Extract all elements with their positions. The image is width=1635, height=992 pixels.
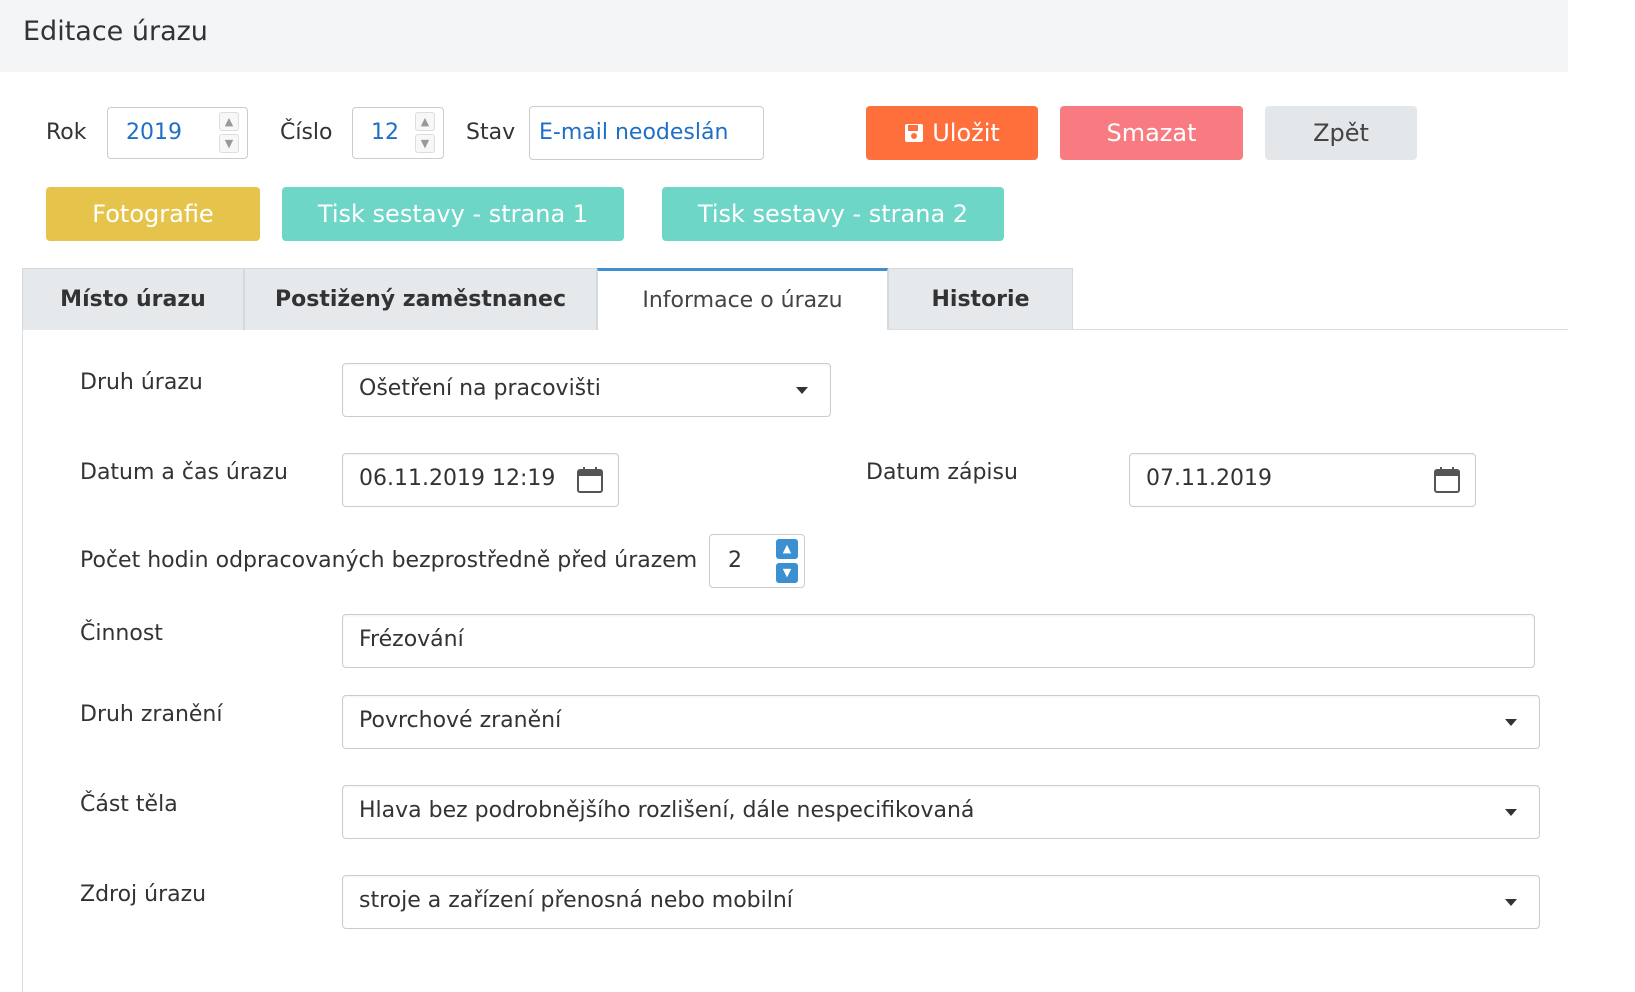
rok-label: Rok [46, 120, 87, 145]
cislo-down-icon[interactable]: ▼ [415, 134, 435, 153]
chevron-down-icon [1505, 899, 1517, 906]
datum-zapisu-value: 07.11.2019 [1146, 466, 1272, 491]
panel-border [22, 329, 23, 992]
stav-label: Stav [466, 120, 516, 145]
photos-button[interactable]: Fotografie [46, 187, 260, 241]
tab-postizeny-zamestnanec[interactable]: Postižený zaměstnanec [244, 268, 597, 330]
rok-input[interactable]: 2019 ▲ ▼ [107, 107, 248, 159]
save-label: Uložit [932, 119, 1000, 147]
back-button[interactable]: Zpět [1265, 106, 1417, 160]
save-button[interactable]: Uložit [866, 106, 1038, 160]
druh-urazu-select[interactable]: Ošetření na pracovišti [342, 363, 831, 417]
cast-tela-select[interactable]: Hlava bez podrobnějšího rozlišení, dále … [342, 785, 1540, 839]
tab-historie[interactable]: Historie [888, 268, 1073, 330]
chevron-down-icon [1505, 809, 1517, 816]
pocet-hodin-value: 2 [728, 548, 742, 573]
calendar-icon[interactable] [576, 466, 604, 494]
datum-cas-input[interactable]: 06.11.2019 12:19 [342, 453, 619, 507]
druh-zraneni-value: Povrchové zranění [359, 708, 562, 733]
rok-down-icon[interactable]: ▼ [219, 134, 239, 153]
chevron-up-icon[interactable]: ▲ [776, 539, 798, 559]
delete-button[interactable]: Smazat [1060, 106, 1243, 160]
rok-value: 2019 [126, 120, 182, 145]
page-title: Editace úrazu [23, 16, 208, 47]
pocet-hodin-input[interactable]: 2 ▲ ▼ [709, 534, 805, 588]
pocet-hodin-label: Počet hodin odpracovaných bezprostředně … [80, 548, 698, 573]
print-page1-button[interactable]: Tisk sestavy - strana 1 [282, 187, 624, 241]
cislo-input[interactable]: 12 ▲ ▼ [352, 107, 444, 159]
cinnost-label: Činnost [80, 621, 163, 646]
floppy-disk-icon [904, 108, 924, 162]
datum-cas-label: Datum a čas úrazu [80, 460, 288, 485]
tab-divider [888, 329, 1568, 330]
zdroj-urazu-value: stroje a zařízení přenosná nebo mobilní [359, 888, 793, 913]
tab-informace-o-urazu[interactable]: Informace o úrazu [597, 268, 888, 330]
cinnost-value: Frézování [359, 627, 464, 652]
druh-zraneni-select[interactable]: Povrchové zranění [342, 695, 1540, 749]
cast-tela-label: Část těla [80, 792, 178, 817]
cislo-label: Číslo [280, 120, 333, 145]
datum-zapisu-label: Datum zápisu [866, 460, 1018, 485]
chevron-down-icon [1505, 719, 1517, 726]
chevron-down-icon[interactable]: ▼ [776, 563, 798, 583]
stav-field: E-mail neodeslán [529, 106, 764, 160]
cislo-up-icon[interactable]: ▲ [415, 112, 435, 131]
datum-zapisu-input[interactable]: 07.11.2019 [1129, 453, 1476, 507]
print-page2-button[interactable]: Tisk sestavy - strana 2 [662, 187, 1004, 241]
calendar-icon[interactable] [1433, 466, 1461, 494]
zdroj-urazu-label: Zdroj úrazu [80, 882, 207, 907]
chevron-down-icon [796, 387, 808, 394]
datum-cas-value: 06.11.2019 12:19 [359, 466, 556, 491]
druh-urazu-value: Ošetření na pracovišti [359, 376, 601, 401]
cislo-value: 12 [371, 120, 399, 145]
zdroj-urazu-select[interactable]: stroje a zařízení přenosná nebo mobilní [342, 875, 1540, 929]
page-header: Editace úrazu [0, 0, 1568, 72]
tab-misto-urazu[interactable]: Místo úrazu [22, 268, 244, 330]
cast-tela-value: Hlava bez podrobnějšího rozlišení, dále … [359, 798, 975, 823]
druh-urazu-label: Druh úrazu [80, 370, 203, 395]
druh-zraneni-label: Druh zranění [80, 702, 223, 727]
cinnost-input[interactable]: Frézování [342, 614, 1535, 668]
rok-up-icon[interactable]: ▲ [219, 112, 239, 131]
stav-value: E-mail neodeslán [539, 120, 729, 145]
